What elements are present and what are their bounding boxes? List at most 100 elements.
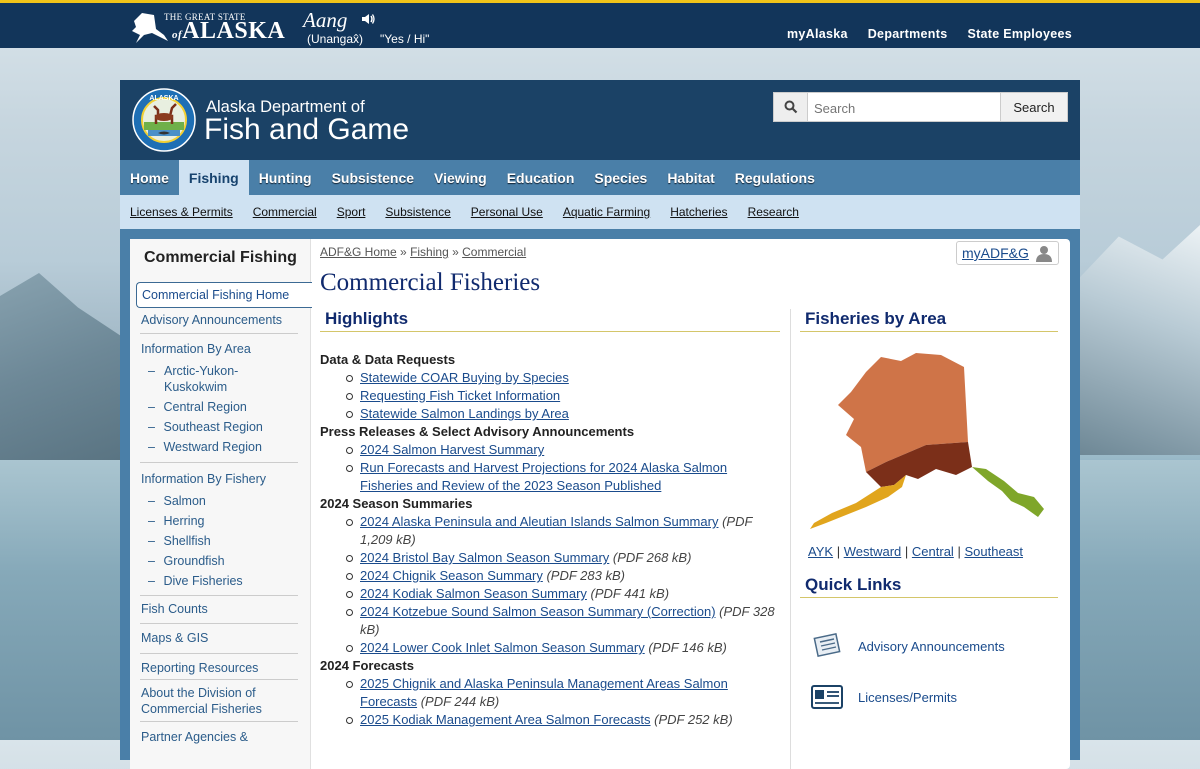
alaska-region-map[interactable] bbox=[806, 347, 1056, 542]
sidebar-divider bbox=[140, 623, 298, 624]
highlights-list: Data & Data Requests Statewide COAR Buyi… bbox=[320, 351, 775, 729]
sidebar-item-by-area[interactable]: Information By Area bbox=[141, 341, 251, 357]
sidebar-item-about[interactable]: About the Division of Commercial Fisheri… bbox=[141, 685, 291, 717]
list-item: 2024 Lower Cook Inlet Salmon Season Summ… bbox=[346, 639, 775, 657]
column-divider bbox=[790, 309, 791, 769]
nav-habitat[interactable]: Habitat bbox=[657, 160, 724, 195]
sidebar-item-reporting[interactable]: Reporting Resources bbox=[141, 660, 258, 676]
subnav-subsistence[interactable]: Subsistence bbox=[385, 195, 450, 229]
file-size: (PDF 252 kB) bbox=[654, 712, 733, 727]
map-region-southeast bbox=[972, 467, 1044, 517]
highlight-link[interactable]: Statewide Salmon Landings by Area bbox=[360, 406, 569, 421]
breadcrumb-fishing[interactable]: Fishing bbox=[410, 245, 449, 259]
highlight-link[interactable]: Requesting Fish Ticket Information bbox=[360, 388, 560, 403]
adfg-seal-icon[interactable]: ALASKA bbox=[132, 88, 196, 152]
region-link-westward[interactable]: Westward bbox=[844, 544, 902, 559]
highlight-link[interactable]: Statewide COAR Buying by Species bbox=[360, 370, 569, 385]
search-icon[interactable] bbox=[774, 93, 808, 121]
list-item: 2024 Salmon Harvest Summary bbox=[346, 441, 775, 459]
file-size: (PDF 244 kB) bbox=[420, 694, 500, 709]
dept-name-line2[interactable]: Fish and Game bbox=[204, 113, 409, 147]
top-links: myAlaska Departments State Employees bbox=[787, 27, 1072, 41]
state-topbar: THE GREAT STATE ofALASKA Aang (Unangax̂)… bbox=[0, 0, 1200, 48]
sidebar-subitem-shellfish[interactable]: – Shellfish bbox=[148, 533, 211, 549]
region-links: AYK | Westward | Central | Southeast bbox=[808, 544, 1023, 559]
sidebar-subitem-herring[interactable]: – Herring bbox=[148, 513, 204, 529]
sidebar-item-by-fishery[interactable]: Information By Fishery bbox=[141, 471, 266, 487]
subnav-personal-use[interactable]: Personal Use bbox=[471, 195, 543, 229]
section-title: 2024 Season Summaries bbox=[320, 496, 473, 511]
quick-link-advisory[interactable]: Advisory Announcements bbox=[810, 632, 1005, 660]
newspaper-icon bbox=[813, 633, 841, 657]
nav-subsistence[interactable]: Subsistence bbox=[322, 160, 424, 195]
sub-nav: Licenses & Permits Commercial Sport Subs… bbox=[120, 195, 1080, 229]
sidebar-subitem-salmon[interactable]: – Salmon bbox=[148, 493, 206, 509]
sidebar-item-maps[interactable]: Maps & GIS bbox=[141, 630, 208, 646]
myalaska-link[interactable]: myAlaska bbox=[787, 27, 848, 41]
page-title: Commercial Fisheries bbox=[320, 269, 541, 296]
region-link-ayk[interactable]: AYK bbox=[808, 544, 833, 559]
subnav-sport[interactable]: Sport bbox=[337, 195, 366, 229]
sidebar-divider bbox=[140, 462, 298, 463]
region-link-southeast[interactable]: Southeast bbox=[964, 544, 1023, 559]
subnav-research[interactable]: Research bbox=[748, 195, 799, 229]
list-item: Statewide COAR Buying by Species bbox=[346, 369, 775, 387]
highlight-link[interactable]: 2024 Kotzebue Sound Salmon Season Summar… bbox=[360, 604, 716, 619]
state-employees-link[interactable]: State Employees bbox=[967, 27, 1072, 41]
nav-regulations[interactable]: Regulations bbox=[725, 160, 825, 195]
departments-link[interactable]: Departments bbox=[868, 27, 948, 41]
sidebar-subitem-westward[interactable]: – Westward Region bbox=[148, 439, 262, 455]
highlight-link[interactable]: 2025 Kodiak Management Area Salmon Forec… bbox=[360, 712, 651, 727]
subnav-commercial[interactable]: Commercial bbox=[253, 195, 317, 229]
nav-education[interactable]: Education bbox=[497, 160, 585, 195]
search-input[interactable] bbox=[812, 94, 966, 122]
license-card-icon bbox=[811, 685, 843, 709]
file-size: (PDF 146 kB) bbox=[648, 640, 727, 655]
region-link-central[interactable]: Central bbox=[912, 544, 954, 559]
quick-link-licenses[interactable]: Licenses/Permits bbox=[810, 683, 957, 711]
sidebar-item-advisory[interactable]: Advisory Announcements bbox=[141, 312, 282, 328]
highlight-link[interactable]: 2024 Kodiak Salmon Season Summary bbox=[360, 586, 587, 601]
nav-fishing[interactable]: Fishing bbox=[178, 160, 249, 195]
nav-viewing[interactable]: Viewing bbox=[424, 160, 497, 195]
myadfg-button[interactable]: myADF&G bbox=[956, 241, 1059, 265]
breadcrumb-home[interactable]: ADF&G Home bbox=[320, 245, 397, 259]
highlight-link[interactable]: 2025 Chignik and Alaska Peninsula Manage… bbox=[360, 676, 728, 709]
sidebar-item-home[interactable]: Commercial Fishing Home bbox=[136, 282, 312, 308]
user-icon bbox=[1036, 246, 1052, 262]
sidebar-subitem-southeast[interactable]: – Southeast Region bbox=[148, 419, 263, 435]
nav-species[interactable]: Species bbox=[584, 160, 657, 195]
list-item: 2024 Kodiak Salmon Season Summary (PDF 4… bbox=[346, 585, 775, 603]
breadcrumb: ADF&G Home » Fishing » Commercial bbox=[320, 245, 526, 259]
sidebar-subitem-groundfish[interactable]: – Groundfish bbox=[148, 553, 225, 569]
sidebar-item-fish-counts[interactable]: Fish Counts bbox=[141, 601, 208, 617]
highlight-link[interactable]: 2024 Bristol Bay Salmon Season Summary bbox=[360, 550, 609, 565]
highlight-link[interactable]: 2024 Lower Cook Inlet Salmon Season Summ… bbox=[360, 640, 645, 655]
search-button[interactable]: Search bbox=[1000, 93, 1067, 121]
breadcrumb-commercial[interactable]: Commercial bbox=[462, 245, 526, 259]
region-separator: | bbox=[957, 544, 961, 559]
sidebar-subitem-ayk[interactable]: – Arctic-Yukon-Kuskokwim bbox=[148, 363, 254, 395]
sidebar-subitem-central[interactable]: – Central Region bbox=[148, 399, 247, 415]
native-word-translation: "Yes / Hi" bbox=[380, 32, 430, 46]
sidebar-divider bbox=[140, 333, 298, 334]
quick-links-heading: Quick Links bbox=[800, 575, 1058, 598]
subnav-hatcheries[interactable]: Hatcheries bbox=[670, 195, 727, 229]
list-item: 2025 Chignik and Alaska Peninsula Manage… bbox=[346, 675, 775, 711]
speaker-icon[interactable] bbox=[360, 11, 376, 27]
sidebar-subitem-dive[interactable]: – Dive Fisheries bbox=[148, 573, 243, 589]
subnav-aquatic-farming[interactable]: Aquatic Farming bbox=[563, 195, 650, 229]
content-panel: Commercial Fishing Commercial Fishing Ho… bbox=[130, 239, 1070, 769]
sidebar-item-partner[interactable]: Partner Agencies & bbox=[141, 729, 248, 745]
nav-home[interactable]: Home bbox=[120, 160, 179, 195]
highlight-link[interactable]: Run Forecasts and Harvest Projections fo… bbox=[360, 460, 727, 493]
breadcrumb-separator: » bbox=[400, 245, 407, 259]
highlight-link[interactable]: 2024 Chignik Season Summary bbox=[360, 568, 543, 583]
subnav-licenses[interactable]: Licenses & Permits bbox=[130, 195, 233, 229]
sidebar-title: Commercial Fishing bbox=[144, 249, 297, 266]
highlight-link[interactable]: 2024 Salmon Harvest Summary bbox=[360, 442, 544, 457]
nav-hunting[interactable]: Hunting bbox=[249, 160, 322, 195]
main-nav: Home Fishing Hunting Subsistence Viewing… bbox=[120, 160, 1080, 195]
highlight-link[interactable]: 2024 Alaska Peninsula and Aleutian Islan… bbox=[360, 514, 718, 529]
section-title: Press Releases & Select Advisory Announc… bbox=[320, 424, 635, 439]
